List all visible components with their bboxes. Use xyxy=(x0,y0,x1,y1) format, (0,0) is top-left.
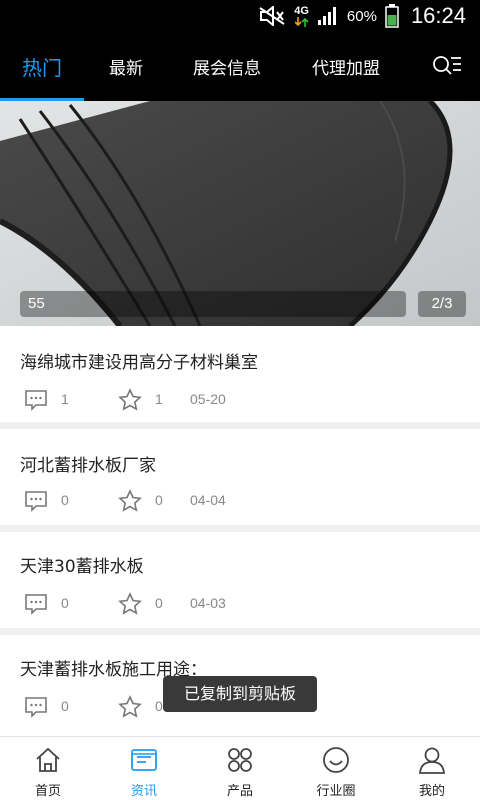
nav-profile[interactable]: 我的 xyxy=(384,737,480,800)
comment-count: 0 xyxy=(61,595,69,611)
network-4g-icon: 4G xyxy=(294,4,309,27)
star-icon[interactable] xyxy=(118,388,142,416)
comment-count: 0 xyxy=(61,698,69,714)
favorite-count: 0 xyxy=(155,595,163,611)
list-item[interactable]: 海绵城市建设用高分子材料巢室 1 1 05-20 xyxy=(0,326,480,422)
app-screen: 4G 60% 16:24 热门 最新 展会信息 代理加盟 55 2/3 海绵城市… xyxy=(0,0,480,800)
comment-icon[interactable] xyxy=(24,695,48,723)
nav-community[interactable]: 行业圈 xyxy=(288,737,384,800)
article-title: 天津30蓄排水板 xyxy=(20,557,144,577)
article-date: 04-04 xyxy=(190,492,226,508)
favorite-count: 0 xyxy=(155,698,163,714)
star-icon[interactable] xyxy=(118,695,142,723)
list-item[interactable]: 河北蓄排水板厂家 0 0 04-04 xyxy=(0,429,480,525)
comment-count: 1 xyxy=(61,391,69,407)
comment-icon[interactable] xyxy=(24,388,48,416)
battery-icon xyxy=(385,4,399,28)
home-icon xyxy=(36,747,60,772)
tab-hot[interactable]: 热门 xyxy=(0,32,84,101)
nav-home-label: 首页 xyxy=(34,784,61,799)
comment-count: 0 xyxy=(61,492,69,508)
article-meta: 1 1 05-20 xyxy=(0,388,480,414)
nav-products-label: 产品 xyxy=(226,784,253,799)
top-navigation: 热门 最新 展会信息 代理加盟 xyxy=(0,32,480,101)
star-icon[interactable] xyxy=(118,489,142,517)
favorite-count: 1 xyxy=(155,391,163,407)
article-title: 海绵城市建设用高分子材料巢室 xyxy=(20,353,258,373)
profile-icon xyxy=(419,747,445,774)
banner-carousel[interactable]: 55 2/3 xyxy=(0,101,480,326)
comment-icon[interactable] xyxy=(24,489,48,517)
tab-franchise[interactable]: 代理加盟 xyxy=(300,32,392,101)
star-icon[interactable] xyxy=(118,592,142,620)
article-date: 05-20 xyxy=(190,391,226,407)
nav-products[interactable]: 产品 xyxy=(192,737,288,800)
nav-community-label: 行业圈 xyxy=(316,784,356,799)
nav-home[interactable]: 首页 xyxy=(0,737,96,800)
bottom-navigation: 首页 资讯 产品 行业圈 我的 xyxy=(0,736,480,800)
toast-message: 已复制到剪贴板 xyxy=(163,676,317,712)
nav-news[interactable]: 资讯 xyxy=(96,737,192,800)
tab-exhibition-info[interactable]: 展会信息 xyxy=(180,32,274,101)
clock: 16:24 xyxy=(410,3,466,28)
article-meta: 0 0 04-04 xyxy=(0,489,480,515)
banner-page-indicator: 2/3 xyxy=(418,291,466,317)
favorite-count: 0 xyxy=(155,492,163,508)
nav-profile-label: 我的 xyxy=(418,784,445,799)
network-type: 4G xyxy=(294,4,309,17)
mute-icon xyxy=(258,6,286,26)
products-icon xyxy=(228,748,252,772)
nav-news-label: 资讯 xyxy=(130,784,157,799)
community-icon xyxy=(323,747,349,773)
list-item[interactable]: 天津30蓄排水板 0 0 04-03 xyxy=(0,532,480,628)
battery-percent: 60% xyxy=(346,7,377,25)
tab-latest[interactable]: 最新 xyxy=(96,32,156,101)
article-meta: 0 0 04-03 xyxy=(0,592,480,618)
article-title: 河北蓄排水板厂家 xyxy=(20,456,156,476)
status-bar: 4G 60% 16:24 xyxy=(0,0,480,32)
news-icon xyxy=(131,749,157,771)
article-date: 04-03 xyxy=(190,595,226,611)
signal-icon xyxy=(317,6,339,26)
comment-icon[interactable] xyxy=(24,592,48,620)
search-list-icon[interactable] xyxy=(432,54,462,80)
banner-caption: 55 xyxy=(20,291,406,317)
